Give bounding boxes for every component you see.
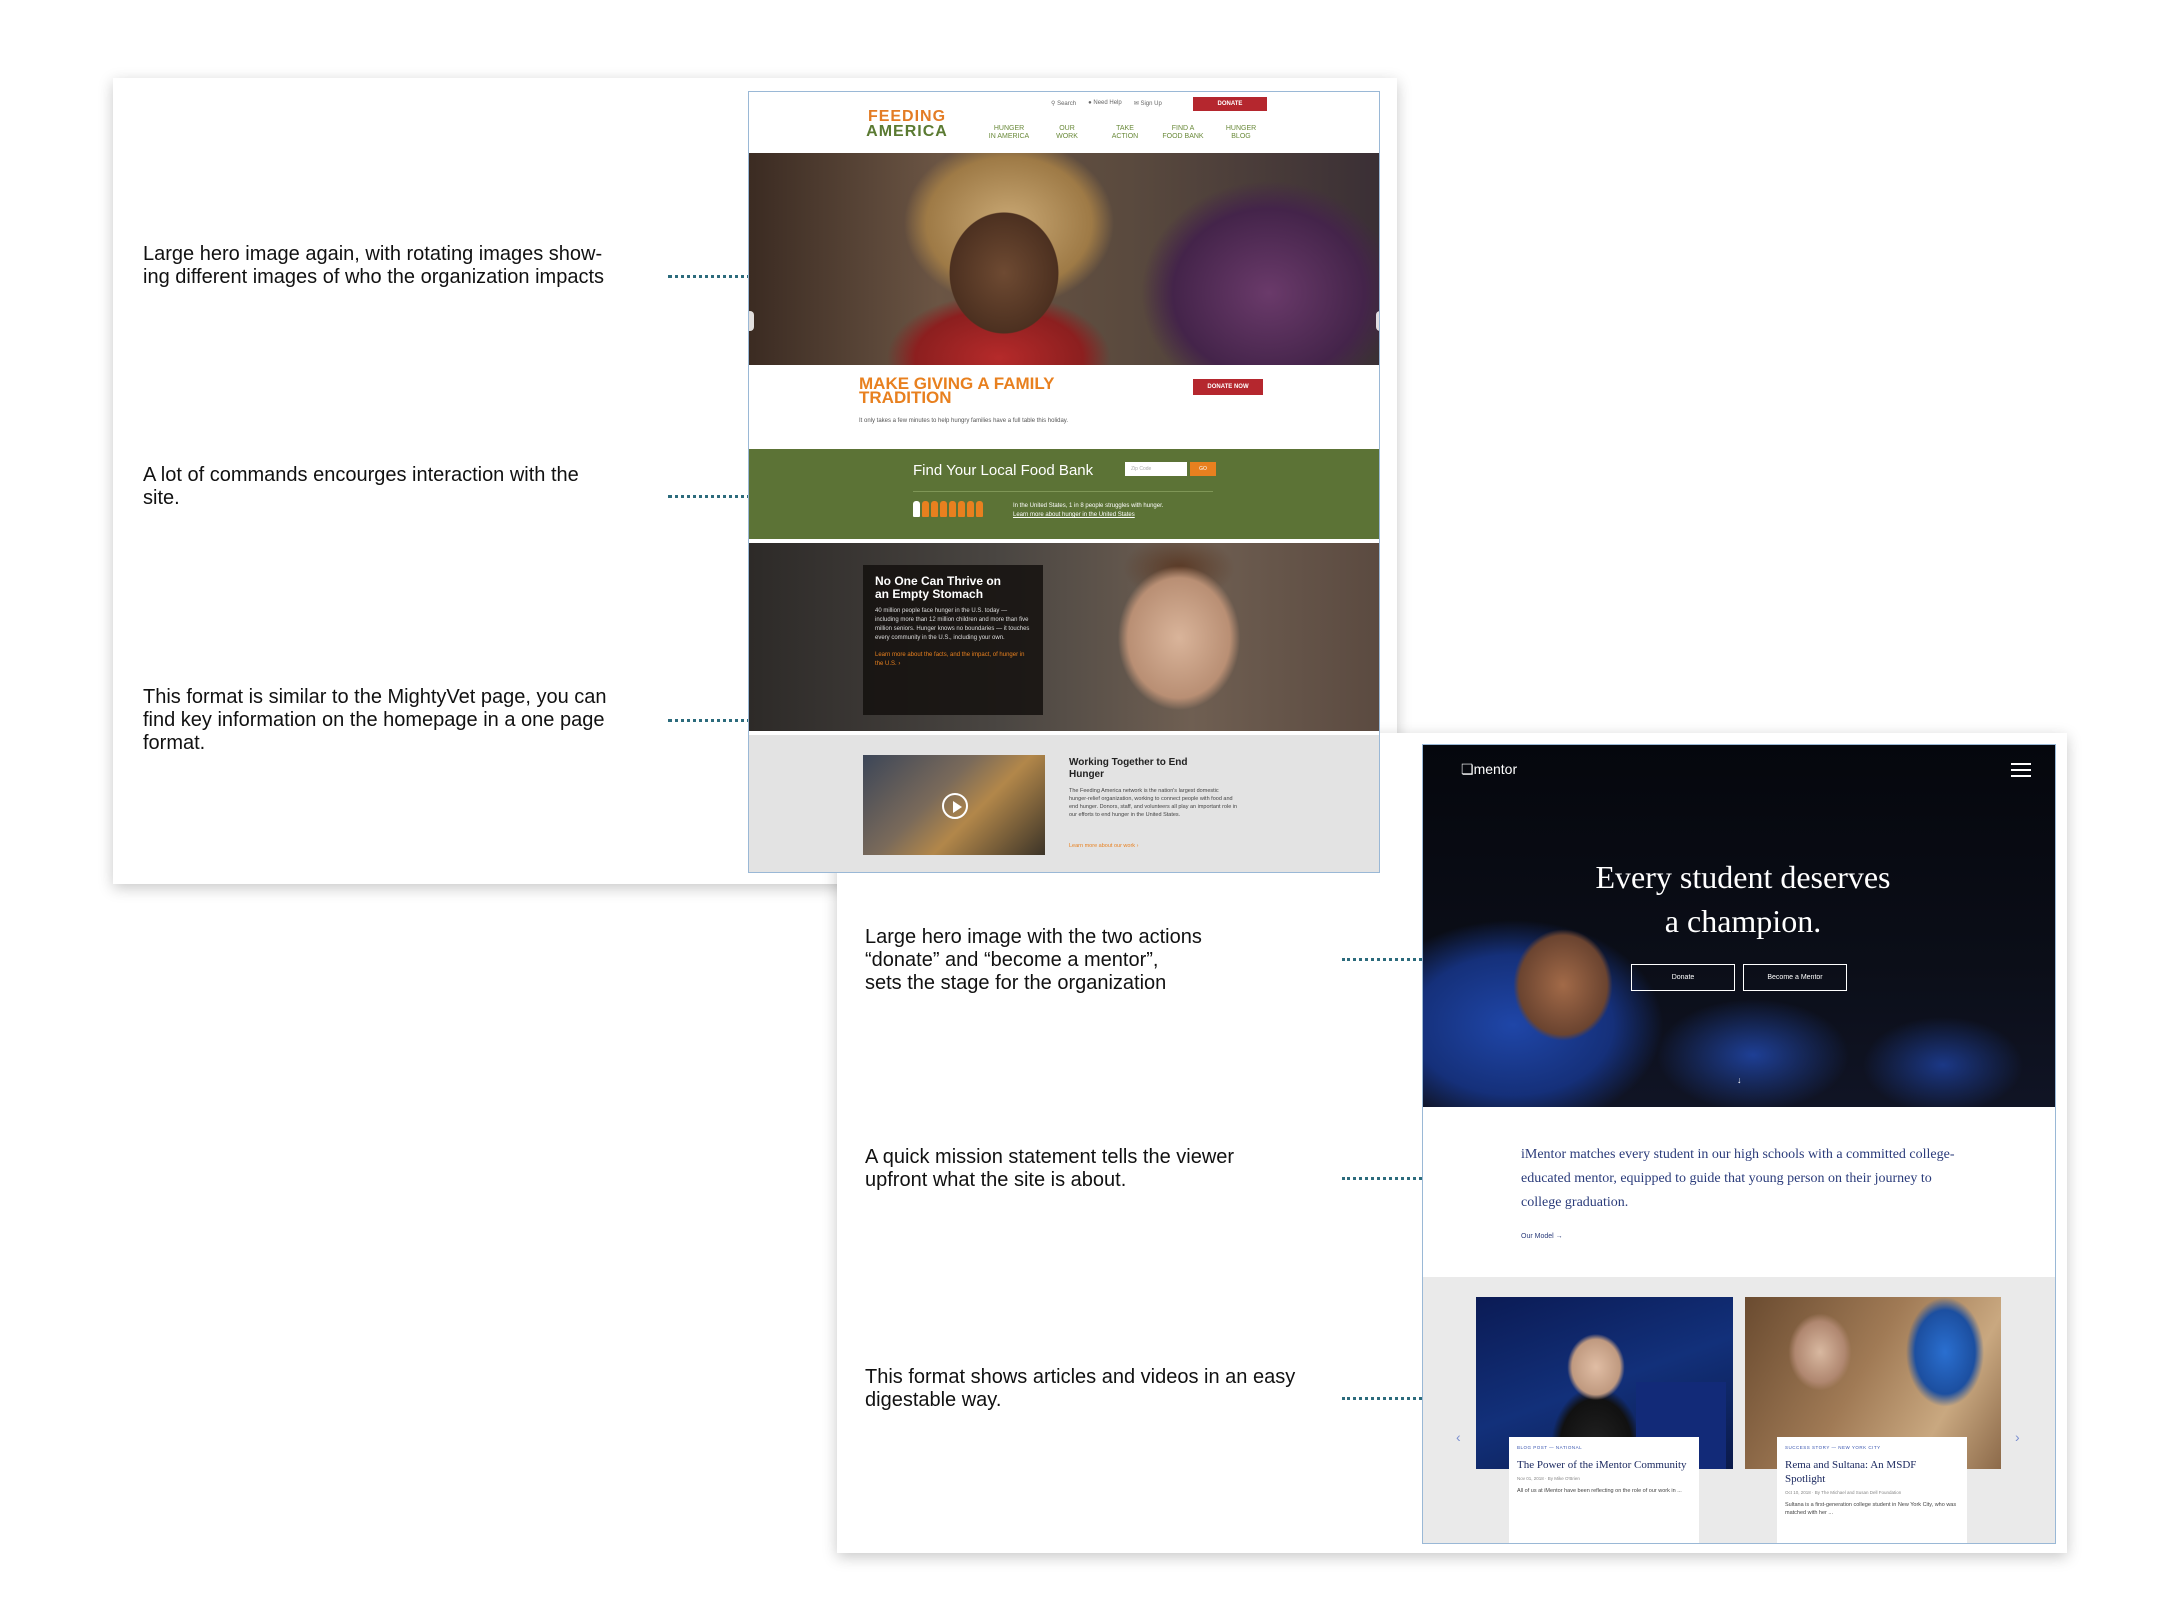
feeding-america-homepage: ⚲ Search ● Need Help ✉ Sign Up DONATE FE…: [748, 91, 1380, 873]
hunger-learn-more-link[interactable]: Learn more about hunger in the United St…: [1013, 511, 1163, 520]
hamburger-menu-icon[interactable]: [2011, 763, 2031, 781]
utility-nav: ⚲ Search ● Need Help ✉ Sign Up: [1051, 100, 1162, 107]
nav-find-a-food-bank[interactable]: FIND A FOOD BANK: [1161, 125, 1205, 141]
nav-our-work[interactable]: OUR WORK: [1045, 125, 1089, 141]
thrive-textbox: No One Can Thrive on an Empty Stomach 40…: [863, 565, 1043, 715]
thrive-title: No One Can Thrive on an Empty Stomach: [875, 574, 1002, 601]
giving-headline: MAKE GIVING A FAMILY TRADITION: [859, 374, 1055, 407]
go-button[interactable]: GO: [1190, 462, 1216, 476]
person-icon: [958, 501, 965, 517]
need-help-link[interactable]: ● Need Help: [1088, 100, 1122, 107]
people-icon-row: [913, 501, 983, 517]
annotation-one-page-format: This format is similar to the MightyVet …: [143, 686, 607, 754]
become-mentor-button[interactable]: Become a Mentor: [1743, 964, 1847, 991]
annotation-two-actions: Large hero image with the two actions “d…: [865, 926, 1202, 994]
nav-hunger-blog[interactable]: HUNGER BLOG: [1219, 125, 1263, 141]
annotation-commands: A lot of commands encourges interaction …: [143, 464, 579, 509]
thrive-body: 40 million people face hunger in the U.S…: [875, 608, 1030, 641]
working-title: Working Together to End Hunger: [1069, 757, 1188, 780]
annotation-mission: A quick mission statement tells the view…: [865, 1146, 1235, 1191]
carousel-prev-arrow-icon[interactable]: [749, 311, 754, 331]
person-icon: [949, 501, 956, 517]
working-body: The Feeding America network is the natio…: [1069, 788, 1238, 818]
carousel-prev-chevron-icon[interactable]: ‹: [1456, 1429, 1461, 1445]
divider: [913, 491, 1213, 492]
header: ⚲ Search ● Need Help ✉ Sign Up DONATE FE…: [749, 92, 1379, 154]
person-icon: [976, 501, 983, 517]
nav-take-action[interactable]: TAKE ACTION: [1103, 125, 1147, 141]
search-link[interactable]: ⚲ Search: [1051, 100, 1076, 107]
working-learn-more-link[interactable]: Learn more about our work ›: [1069, 843, 1138, 849]
person-icon: [922, 501, 929, 517]
article-card[interactable]: SUCCESS STORY — NEW YORK CITY Rema and S…: [1777, 1437, 1967, 1543]
hero-headline: Every student deserves a champion.: [1595, 859, 1891, 939]
mission-statement: iMentor matches every student in our hig…: [1521, 1147, 1955, 1210]
article-card[interactable]: BLOG POST — NATIONAL The Power of the iM…: [1509, 1437, 1699, 1543]
food-bank-title: Find Your Local Food Bank: [913, 462, 1094, 479]
donate-now-button[interactable]: DONATE NOW: [1193, 379, 1263, 395]
annotation-hero-rotating: Large hero image again, with rotating im…: [143, 243, 605, 288]
carousel-next-arrow-icon[interactable]: [1376, 311, 1379, 331]
person-icon: [913, 501, 920, 517]
video-thumbnail[interactable]: [863, 755, 1045, 855]
scroll-down-arrow-icon[interactable]: ↓: [1737, 1075, 1742, 1085]
working-together-section: Working Together to End Hunger The Feedi…: [749, 735, 1379, 872]
carousel-next-chevron-icon[interactable]: ›: [2015, 1429, 2020, 1445]
person-icon: [940, 501, 947, 517]
annotation-articles: This format shows articles and videos in…: [865, 1366, 1296, 1411]
person-icon: [967, 501, 974, 517]
thrive-section: No One Can Thrive on an Empty Stomach 40…: [749, 543, 1379, 731]
zip-code-input[interactable]: Zip Code: [1125, 462, 1187, 476]
feeding-america-logo[interactable]: FEEDING AMERICA: [863, 109, 951, 140]
donate-button[interactable]: DONATE: [1193, 97, 1267, 111]
articles-carousel: BLOG POST — NATIONAL The Power of the iM…: [1423, 1277, 2055, 1543]
our-model-link[interactable]: Our Model →: [1521, 1233, 1563, 1240]
giving-subtext: It only takes a few minutes to help hung…: [859, 418, 1069, 424]
hero-image-graduates: ❏mentor Every student deserves a champio…: [1423, 745, 2055, 1107]
donate-button[interactable]: Donate: [1631, 964, 1735, 991]
find-food-bank-section: Find Your Local Food Bank Zip Code GO In…: [749, 449, 1379, 539]
hunger-stat: In the United States, 1 in 8 people stru…: [1013, 503, 1164, 520]
person-icon: [931, 501, 938, 517]
imentor-logo[interactable]: ❏mentor: [1461, 761, 1517, 778]
thrive-learn-more-link[interactable]: Learn more about the facts, and the impa…: [875, 651, 1031, 669]
imentor-homepage: ❏mentor Every student deserves a champio…: [1422, 744, 2056, 1544]
play-icon[interactable]: [942, 793, 968, 819]
sign-up-link[interactable]: ✉ Sign Up: [1134, 100, 1162, 107]
hero-image-child: [749, 153, 1379, 365]
main-nav: HUNGER IN AMERICA OUR WORK TAKE ACTION FIND…: [987, 125, 1263, 141]
nav-hunger-in-america[interactable]: HUNGER IN AMERICA: [987, 125, 1031, 141]
